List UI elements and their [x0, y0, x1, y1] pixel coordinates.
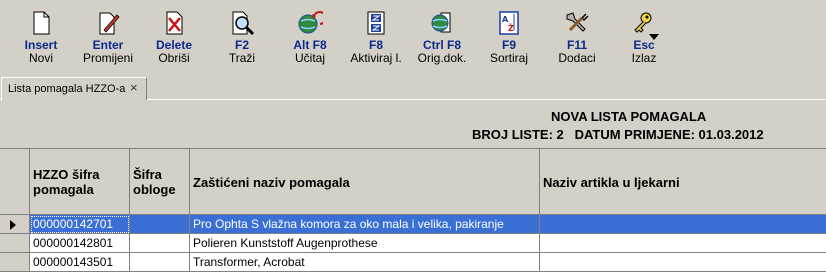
column-header-protected-name[interactable]: Zaštićeni naziv pomagala: [190, 149, 540, 215]
cell-obloga-code[interactable]: [130, 253, 190, 272]
exit-button-label: Izlaz: [631, 51, 657, 65]
close-icon[interactable]: ×: [130, 81, 138, 95]
original-document-button[interactable]: Ctrl F8 Orig.dok.: [414, 8, 470, 68]
column-header-article-name[interactable]: Naziv artikla u ljekarni: [540, 149, 826, 215]
cell-protected-name[interactable]: Polieren Kunststoff Augenprothese: [190, 234, 540, 253]
svg-text:Ž: Ž: [508, 22, 514, 33]
edit-button-label: Promijeni: [82, 51, 133, 65]
column-header-line1: HZZO šifra: [33, 167, 100, 182]
sort-button[interactable]: A Ž F9 Sortiraj: [487, 8, 531, 68]
list-title: NOVA LISTA POMAGALA: [551, 109, 707, 124]
data-grid: HZZO šifra pomagala Šifra obloge Zaštiće…: [0, 148, 826, 273]
cell-obloga-code[interactable]: [130, 234, 190, 253]
tab-label: Lista pomagala HZZO-a: [8, 83, 126, 95]
globe-refresh-icon: [298, 11, 323, 34]
search-button-label: Traži: [228, 51, 256, 65]
cell-hzzo-code[interactable]: 000000143501: [30, 253, 130, 272]
activate-list-button[interactable]: F8 Aktiviraj l.: [347, 8, 405, 68]
cell-obloga-code[interactable]: [130, 215, 190, 234]
cell-protected-name[interactable]: Pro Ophta S vlažna komora za oko mala i …: [190, 215, 540, 234]
load-button[interactable]: Alt F8 Učitaj: [288, 8, 332, 68]
table-row[interactable]: 000000142701 Pro Ophta S vlažna komora z…: [0, 215, 826, 234]
sort-button-label: Sortiraj: [489, 51, 528, 65]
tab-strip: Lista pomagala HZZO-a ×: [0, 74, 826, 100]
exit-button[interactable]: Esc Izlaz: [626, 8, 662, 68]
new-button-label: Novi: [28, 51, 53, 65]
search-icon: [232, 11, 255, 36]
delete-button-label: Obriši: [158, 51, 190, 65]
search-button[interactable]: F2 Traži: [222, 8, 262, 68]
original-document-button-label: Orig.dok.: [417, 51, 467, 65]
column-header-line2: pomagala: [33, 182, 94, 197]
current-row-arrow-icon: [10, 220, 16, 230]
column-header-hzzo-code[interactable]: HZZO šifra pomagala: [30, 149, 130, 215]
cell-protected-name[interactable]: Transformer, Acrobat: [190, 253, 540, 272]
edit-button[interactable]: Enter Promijeni: [79, 8, 137, 68]
column-header-line2: obloge: [133, 182, 176, 197]
cell-hzzo-code[interactable]: 000000142701: [30, 215, 130, 234]
edit-document-icon: [99, 12, 120, 35]
column-header-obloga-code[interactable]: Šifra obloge: [130, 149, 190, 215]
row-indicator: [0, 234, 30, 253]
cell-article-name[interactable]: [540, 234, 826, 253]
delete-document-icon: [166, 11, 183, 35]
new-document-icon: [33, 11, 50, 35]
sort-az-icon: A Ž: [499, 11, 519, 35]
tab-hzzo-list[interactable]: Lista pomagala HZZO-a ×: [1, 77, 147, 100]
row-indicator: [0, 253, 30, 272]
load-button-label: Učitaj: [294, 51, 325, 65]
cell-article-name[interactable]: [540, 253, 826, 272]
delete-button[interactable]: Delete Obriši: [151, 8, 197, 68]
globe-document-icon: [431, 12, 451, 33]
activate-list-button-label: Aktiviraj l.: [350, 51, 402, 65]
svg-text:A: A: [502, 15, 509, 24]
table-row[interactable]: 000000143501 Transformer, Acrobat: [0, 253, 826, 272]
column-header-line1: Naziv artikla u ljekarni: [543, 175, 680, 190]
extras-button-label: Dodaci: [558, 51, 596, 65]
tools-icon: [566, 12, 589, 32]
table-row[interactable]: 000000142801 Polieren Kunststoff Augenpr…: [0, 234, 826, 253]
cell-hzzo-code[interactable]: 000000142801: [30, 234, 130, 253]
column-header-line1: Šifra: [133, 167, 162, 182]
exit-key-icon: [634, 12, 652, 33]
row-indicator-header: [0, 149, 30, 215]
cell-article-name[interactable]: [540, 215, 826, 234]
new-button[interactable]: Insert Novi: [22, 8, 60, 68]
column-header-line1: Zaštićeni naziv pomagala: [193, 175, 350, 190]
list-info: BROJ LISTE: 2 DATUM PRIMJENE: 01.03.2012: [472, 127, 764, 142]
toolbar: Insert Novi Enter Promijeni Delete Obriš…: [0, 0, 826, 72]
activate-list-icon: [367, 11, 385, 35]
extras-button[interactable]: F11 Dodaci: [554, 8, 659, 68]
row-indicator: [0, 215, 30, 234]
